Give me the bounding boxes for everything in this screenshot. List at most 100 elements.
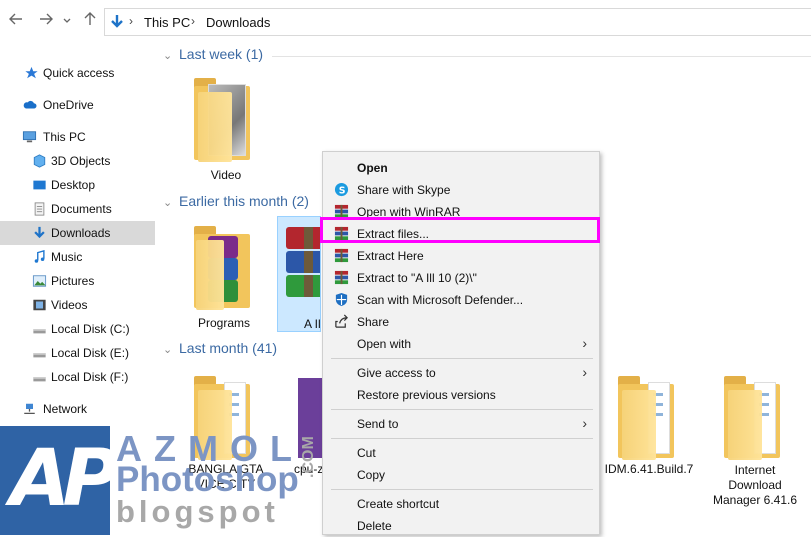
download-arrow-icon xyxy=(34,226,45,239)
sidebar-item-onedrive[interactable]: OneDrive xyxy=(0,94,155,116)
file-name: Video xyxy=(210,168,242,182)
file-name: Internet xyxy=(734,463,776,477)
watermark-suffix: .COM xyxy=(300,436,317,478)
menu-item-create-shortcut[interactable]: Create shortcut xyxy=(323,493,599,515)
drive-icon xyxy=(33,353,46,358)
group-header-label: Earlier this month (2) xyxy=(179,193,309,209)
sidebar-item-3d-objects[interactable]: 3D Objects xyxy=(0,150,155,172)
menu-item-scan-with-defender[interactable]: Scan with Microsoft Defender... xyxy=(323,289,599,311)
computer-icon xyxy=(22,131,37,143)
menu-item-cut[interactable]: Cut xyxy=(323,442,599,464)
watermark-line-3: blogspot xyxy=(116,494,279,529)
menu-item-open-with[interactable]: Open with › xyxy=(323,333,599,355)
menu-item-extract-here[interactable]: Extract Here xyxy=(323,245,599,267)
file-item-internet-download-manager[interactable]: Internet Download Manager 6.41.6 xyxy=(710,372,800,512)
navigation-pane: Quick access OneDrive This PC 3D Objects… xyxy=(0,56,155,428)
group-header-label: Last month (41) xyxy=(179,340,278,356)
up-button[interactable] xyxy=(80,12,100,32)
address-box[interactable]: › This PC › Downloads xyxy=(104,8,811,36)
menu-item-give-access-to[interactable]: Give access to › xyxy=(323,362,599,384)
sidebar-item-label: Local Disk (E:) xyxy=(51,346,130,360)
sidebar-item-local-disk-f[interactable]: Local Disk (F:) xyxy=(0,366,155,388)
share-icon xyxy=(335,314,348,328)
file-item-idm[interactable]: IDM.6.41.Build.7 xyxy=(604,372,694,482)
group-divider xyxy=(272,56,811,57)
winrar-icon xyxy=(334,270,349,285)
download-arrow-icon xyxy=(111,15,123,28)
breadcrumb-this-pc[interactable]: This PC xyxy=(144,15,190,30)
menu-item-label: Give access to xyxy=(357,366,436,380)
sidebar-item-local-disk-e[interactable]: Local Disk (E:) xyxy=(0,342,155,364)
sidebar-item-label: Documents xyxy=(51,202,112,216)
menu-item-share-with-skype[interactable]: S Share with Skype xyxy=(323,179,599,201)
winrar-icon xyxy=(334,248,349,263)
chevron-right-icon: › xyxy=(582,415,587,431)
picture-icon xyxy=(32,275,47,287)
recent-locations-button[interactable] xyxy=(60,12,74,32)
sidebar-item-label: Pictures xyxy=(51,274,95,288)
drive-icon xyxy=(33,377,46,382)
menu-item-share[interactable]: Share xyxy=(323,311,599,333)
sidebar-item-label: Desktop xyxy=(51,178,96,192)
sidebar-item-documents[interactable]: Documents xyxy=(0,198,155,220)
sidebar-item-label: Downloads xyxy=(51,226,111,240)
svg-text:S: S xyxy=(339,185,346,196)
sidebar-item-videos[interactable]: Videos xyxy=(0,294,155,316)
menu-separator xyxy=(331,358,593,359)
menu-item-label: Create shortcut xyxy=(357,497,440,511)
document-icon xyxy=(34,202,45,216)
file-name: Download xyxy=(728,478,782,492)
menu-item-label: Share with Skype xyxy=(357,183,451,197)
sidebar-item-label: Quick access xyxy=(43,66,115,80)
arrow-up-icon xyxy=(84,12,96,25)
arrow-left-icon xyxy=(9,13,22,25)
music-note-icon xyxy=(34,250,45,263)
sidebar-item-downloads[interactable]: Downloads xyxy=(0,221,155,245)
sidebar-item-quick-access[interactable]: Quick access xyxy=(0,62,155,84)
menu-separator xyxy=(331,489,593,490)
menu-item-label: Delete xyxy=(357,519,392,533)
group-header-last-month[interactable]: ⌄ Last month (41) xyxy=(163,340,277,356)
menu-item-label: Cut xyxy=(357,446,376,460)
sidebar-item-local-disk-c[interactable]: Local Disk (C:) xyxy=(0,318,155,340)
file-item-rar-archive[interactable]: A Ill xyxy=(277,216,321,332)
desktop-icon xyxy=(33,180,46,190)
breadcrumb-downloads[interactable]: Downloads xyxy=(206,15,270,30)
menu-item-label: Send to xyxy=(357,417,399,431)
menu-item-send-to[interactable]: Send to › xyxy=(323,413,599,435)
file-item-video[interactable]: Video xyxy=(184,74,268,184)
chevron-right-icon: › xyxy=(582,335,587,351)
star-icon xyxy=(25,66,38,79)
sidebar-item-label: Network xyxy=(43,402,88,416)
watermark: AP AZMOL Photoshop blogspot .COM xyxy=(0,426,330,535)
menu-item-label: Extract to "A Ill 10 (2)\" xyxy=(357,271,477,285)
back-button[interactable] xyxy=(6,12,26,32)
film-icon xyxy=(33,299,46,311)
network-icon xyxy=(24,403,35,415)
cube-icon xyxy=(33,154,46,168)
chevron-down-icon xyxy=(63,18,71,23)
defender-shield-icon xyxy=(335,292,348,307)
menu-item-label: Share xyxy=(357,315,390,329)
file-name: Programs xyxy=(197,316,250,330)
address-bar-row: › This PC › Downloads xyxy=(0,0,811,44)
menu-item-extract-to[interactable]: Extract to "A Ill 10 (2)\" xyxy=(323,267,599,289)
chevron-down-icon: ⌄ xyxy=(163,50,173,62)
file-name: A Ill xyxy=(304,317,321,331)
forward-button[interactable] xyxy=(36,12,56,32)
breadcrumb-separator: › xyxy=(129,14,133,28)
sidebar-item-network[interactable]: Network xyxy=(0,398,155,420)
menu-item-copy[interactable]: Copy xyxy=(323,464,599,486)
menu-item-restore-previous-versions[interactable]: Restore previous versions xyxy=(323,384,599,406)
watermark-logo: AP xyxy=(0,426,120,535)
group-header-earlier-this-month[interactable]: ⌄ Earlier this month (2) xyxy=(163,193,309,209)
sidebar-item-music[interactable]: Music xyxy=(0,246,155,268)
group-header-last-week[interactable]: ⌄ Last week (1) xyxy=(163,46,263,62)
sidebar-item-label: Local Disk (F:) xyxy=(51,370,129,384)
file-item-programs[interactable]: Programs xyxy=(182,220,266,332)
sidebar-item-desktop[interactable]: Desktop xyxy=(0,174,155,196)
menu-item-delete[interactable]: Delete xyxy=(323,515,599,537)
sidebar-item-pictures[interactable]: Pictures xyxy=(0,270,155,292)
menu-item-open[interactable]: Open xyxy=(323,157,599,179)
sidebar-item-this-pc[interactable]: This PC xyxy=(0,126,155,148)
